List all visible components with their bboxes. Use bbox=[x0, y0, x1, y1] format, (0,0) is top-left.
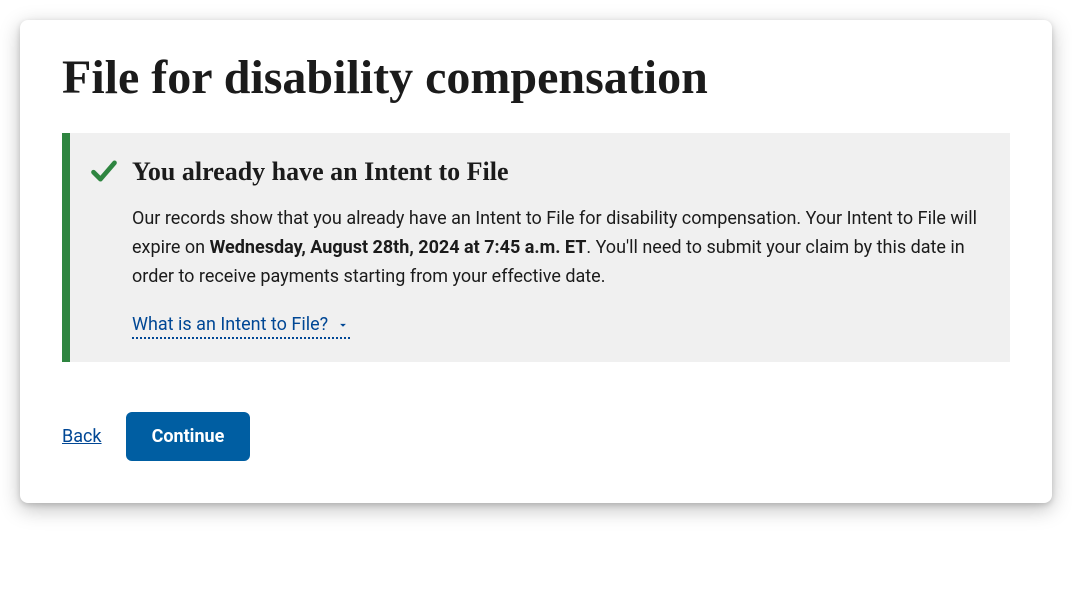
back-link[interactable]: Back bbox=[62, 426, 102, 447]
continue-button[interactable]: Continue bbox=[126, 412, 251, 461]
success-alert: You already have an Intent to File Our r… bbox=[62, 133, 1010, 362]
expander-label: What is an Intent to File? bbox=[132, 314, 328, 335]
alert-title: You already have an Intent to File bbox=[132, 155, 509, 189]
form-card: File for disability compensation You alr… bbox=[20, 20, 1052, 503]
check-icon bbox=[90, 157, 118, 185]
page-title: File for disability compensation bbox=[62, 50, 1010, 105]
alert-body-text: Our records show that you already have a… bbox=[132, 205, 982, 291]
alert-body-strong: Wednesday, August 28th, 2024 at 7:45 a.m… bbox=[210, 237, 587, 258]
chevron-down-icon bbox=[336, 318, 350, 332]
form-navigation: Back Continue bbox=[62, 412, 1010, 461]
alert-body: Our records show that you already have a… bbox=[132, 205, 982, 340]
intent-to-file-expander[interactable]: What is an Intent to File? bbox=[132, 314, 350, 339]
alert-header: You already have an Intent to File bbox=[90, 155, 982, 189]
